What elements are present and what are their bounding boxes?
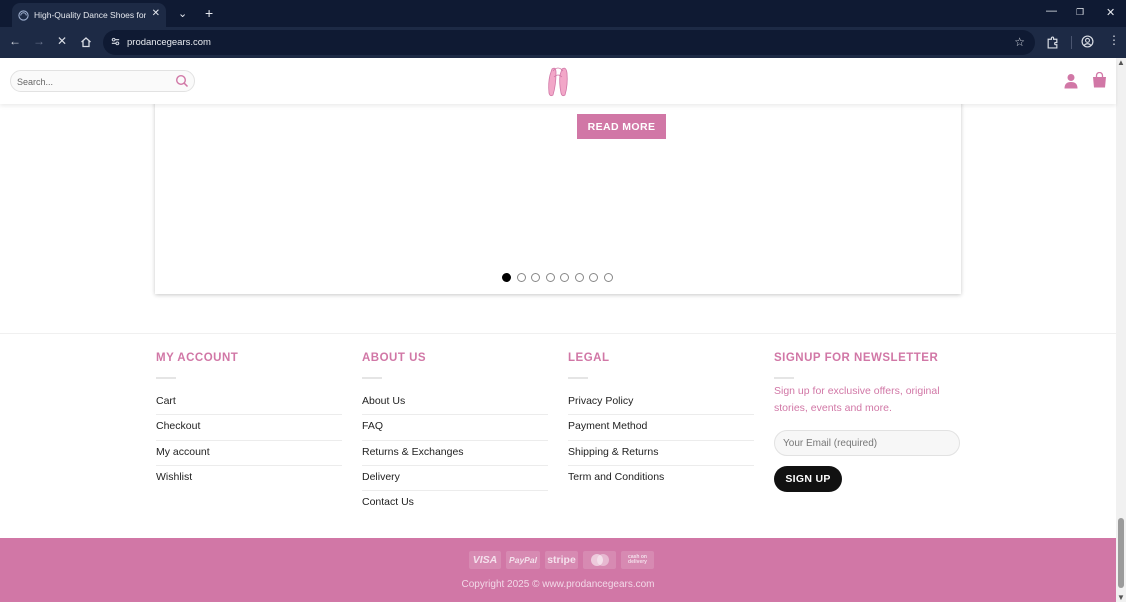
sign-up-button[interactable]: SIGN UP (774, 466, 842, 492)
slider-dot[interactable] (502, 273, 511, 282)
heading-underline (362, 377, 382, 379)
address-bar[interactable]: prodancegears.com ☆ (103, 30, 1035, 55)
footer-col-legal: LEGAL Privacy Policy Payment Method Ship… (568, 352, 754, 491)
heading-underline (156, 377, 176, 379)
footer-link-my-account[interactable]: My account (156, 446, 210, 458)
browser-tab[interactable]: High-Quality Dance Shoes for A ✕ (12, 3, 166, 27)
globe-icon (18, 9, 29, 21)
footer-bottom-bar: VISA PayPal stripe cash on delivery Copy… (0, 538, 1116, 602)
footer-heading: LEGAL (568, 352, 610, 364)
search-box (10, 70, 195, 92)
ballet-shoes-logo-icon[interactable] (544, 63, 572, 99)
footer-heading: ABOUT US (362, 352, 427, 364)
search-input[interactable] (17, 74, 167, 89)
newsletter-email-field[interactable] (774, 430, 960, 456)
scroll-down-arrow-icon[interactable]: ▼ (1117, 593, 1125, 602)
list-item: Checkout (156, 415, 342, 441)
list-item: Cart (156, 390, 342, 416)
mastercard-icon (583, 551, 616, 569)
slider-card: READ MORE (155, 90, 961, 294)
browser-toolbar: ← → ✕ prodancegears.com ☆ ⋮ (0, 27, 1126, 58)
user-account-icon[interactable] (1064, 73, 1078, 89)
list-item: Shipping & Returns (568, 441, 754, 466)
footer-col-my-account: MY ACCOUNT Cart Checkout My account Wish… (156, 352, 342, 491)
scroll-up-arrow-icon[interactable]: ▲ (1117, 58, 1125, 67)
home-icon[interactable] (80, 36, 92, 48)
paypal-icon: PayPal (506, 551, 540, 569)
heading-underline (774, 377, 794, 379)
minimize-icon[interactable]: — (1046, 5, 1057, 17)
window-close-icon[interactable]: ✕ (1106, 6, 1115, 19)
url-text: prodancegears.com (127, 37, 211, 48)
stripe-icon: stripe (545, 551, 578, 569)
footer-link-wishlist[interactable]: Wishlist (156, 471, 192, 483)
footer-link-about-us[interactable]: About Us (362, 395, 405, 407)
newsletter-description: Sign up for exclusive offers, original s… (774, 385, 940, 414)
list-item: FAQ (362, 415, 548, 441)
tab-list-chevron-down-icon[interactable]: ⌄ (178, 7, 187, 20)
footer-link-shipping-returns[interactable]: Shipping & Returns (568, 446, 658, 458)
bookmark-star-icon[interactable]: ☆ (1014, 35, 1025, 49)
footer-link-checkout[interactable]: Checkout (156, 420, 200, 432)
back-arrow-icon[interactable]: ← (9, 34, 21, 48)
cash-on-delivery-icon: cash on delivery (621, 551, 654, 569)
footer-link-cart[interactable]: Cart (156, 395, 176, 407)
site-header (0, 58, 1116, 104)
list-item: Privacy Policy (568, 390, 754, 416)
list-item: Contact Us (362, 491, 548, 516)
heading-underline (568, 377, 588, 379)
list-item: Wishlist (156, 466, 342, 491)
browser-tab-bar: High-Quality Dance Shoes for A ✕ ⌄ + — ❐… (0, 0, 1126, 27)
scrollbar-thumb[interactable] (1118, 518, 1124, 588)
footer-divider (0, 333, 1116, 334)
footer-link-returns[interactable]: Returns & Exchanges (362, 446, 464, 458)
search-icon[interactable] (175, 74, 189, 88)
slider-dot[interactable] (545, 273, 555, 282)
shopping-bag-icon[interactable] (1092, 72, 1107, 88)
footer-link-payment-method[interactable]: Payment Method (568, 420, 647, 432)
close-tab-icon[interactable]: ✕ (152, 8, 160, 19)
list-item: Delivery (362, 466, 548, 492)
list-item: Returns & Exchanges (362, 441, 548, 466)
forward-arrow-icon[interactable]: → (33, 34, 45, 48)
footer-heading: MY ACCOUNT (156, 352, 239, 364)
footer-col-about-us: ABOUT US About Us FAQ Returns & Exchange… (362, 352, 548, 516)
slider-dot[interactable] (531, 273, 540, 282)
list-item: Term and Conditions (568, 466, 754, 491)
slider-dot[interactable] (589, 273, 598, 282)
slider-dot[interactable] (516, 273, 526, 282)
stop-loading-icon[interactable]: ✕ (57, 34, 67, 48)
slider-dot[interactable] (574, 273, 584, 282)
footer-link-delivery[interactable]: Delivery (362, 471, 400, 483)
footer-link-contact-us[interactable]: Contact Us (362, 496, 414, 508)
new-tab-plus-icon[interactable]: + (205, 5, 213, 21)
copyright-text: Copyright 2025 © www.prodancegears.com (461, 579, 655, 590)
visa-icon: VISA (469, 551, 501, 569)
footer-link-faq[interactable]: FAQ (362, 420, 383, 432)
read-more-button[interactable]: READ MORE (577, 114, 666, 139)
list-item: About Us (362, 390, 548, 416)
browser-menu-kebab-icon[interactable]: ⋮ (1108, 33, 1120, 47)
list-item: Payment Method (568, 415, 754, 441)
tab-title: High-Quality Dance Shoes for A (34, 10, 146, 20)
restore-icon[interactable]: ❐ (1076, 7, 1084, 18)
slider-dot[interactable] (603, 273, 613, 282)
list-item: My account (156, 441, 342, 466)
footer-link-privacy-policy[interactable]: Privacy Policy (568, 395, 633, 407)
footer-link-terms[interactable]: Term and Conditions (568, 471, 664, 483)
toolbar-divider (1071, 36, 1072, 49)
slider-pagination (502, 273, 618, 283)
site-info-icon[interactable] (110, 36, 121, 47)
payment-icons: VISA PayPal stripe cash on delivery (469, 551, 659, 569)
footer-col-newsletter: SIGNUP FOR NEWSLETTER Sign up for exclus… (774, 352, 960, 492)
footer-heading: SIGNUP FOR NEWSLETTER (774, 352, 939, 364)
extensions-puzzle-icon[interactable] (1046, 36, 1059, 49)
page-scrollbar[interactable]: ▲ ▼ (1116, 58, 1126, 602)
slider-dot[interactable] (560, 273, 569, 282)
profile-icon[interactable] (1081, 35, 1094, 48)
